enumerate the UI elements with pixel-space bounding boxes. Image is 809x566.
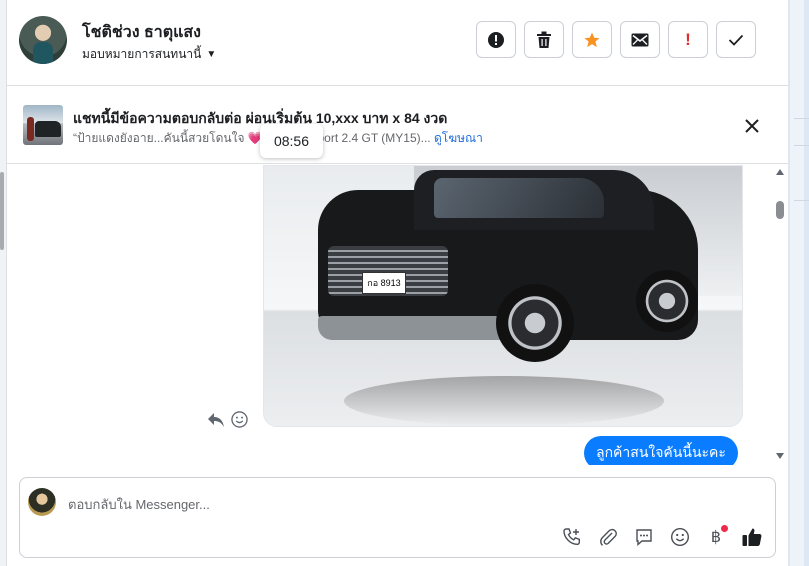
saved-reply-icon: [636, 529, 652, 547]
page-avatar: [28, 488, 56, 516]
rear-wheel: [636, 270, 698, 332]
suv-window: [434, 178, 604, 218]
paperclip-icon: [600, 528, 617, 546]
contact-name[interactable]: โชติช่วง ธาตุแสง: [82, 20, 201, 45]
assign-label: มอบหมายการสนทนานี้: [82, 47, 202, 61]
car-photo-attachment[interactable]: กอ 8913: [263, 165, 743, 427]
scroll-down-arrow-icon[interactable]: [776, 453, 784, 459]
right-panel-divider: [788, 0, 790, 566]
right-panel-divider-line: [794, 145, 809, 146]
close-banner-button[interactable]: [740, 114, 764, 138]
alert-circle-icon: [488, 31, 504, 48]
composer-actions: ฿: [560, 525, 764, 549]
message-actions: [207, 411, 248, 428]
saved-reply-button[interactable]: [632, 525, 656, 549]
close-icon: [745, 119, 759, 133]
move-to-spam-button[interactable]: !: [668, 21, 708, 58]
inbox-conversation-window: โชติช่วง ธาตุแสง มอบหมายการสนทนานี้ ▼ !: [0, 0, 809, 566]
conversation-toolbar: !: [476, 21, 756, 58]
mark-unread-button[interactable]: [620, 21, 660, 58]
left-panel-scrollbar[interactable]: [0, 172, 4, 250]
check-icon: [728, 34, 744, 46]
spam-icon: !: [685, 29, 691, 49]
reply-icon[interactable]: [207, 412, 225, 428]
ad-subtitle-start: “ป้ายแดงยังอาย...คันนี้สวยโดนใจ: [73, 131, 245, 145]
right-panel-edge: [788, 0, 809, 566]
timestamp-tooltip: 08:56: [260, 124, 323, 158]
react-emoji-icon[interactable]: [231, 411, 248, 428]
phone-plus-icon: [563, 528, 580, 546]
thread-scrollbar[interactable]: [770, 165, 788, 465]
mark-done-button[interactable]: [716, 21, 756, 58]
license-plate: กอ 8913: [362, 272, 406, 294]
ad-subtitle-end: Sport 2.4 GT (MY15)...: [309, 131, 431, 145]
reply-input[interactable]: ตอบกลับใน Messenger...: [68, 494, 210, 515]
call-button[interactable]: [560, 525, 584, 549]
conversation-header: โชติช่วง ธาตุแสง มอบหมายการสนทนานี้ ▼ !: [7, 0, 788, 86]
contact-avatar[interactable]: [19, 16, 67, 64]
outgoing-message-bubble[interactable]: ลูกค้าสนใจคันนี้นะคะ: [584, 436, 738, 465]
caret-down-icon: ▼: [206, 49, 217, 60]
floor-reflection: [344, 376, 664, 426]
send-like-button[interactable]: [740, 525, 764, 549]
emoji-icon: [670, 527, 690, 547]
ad-context-banner: แชทนี้มีข้อความตอบกลับต่อ ผ่อนเริ่มต้น 1…: [7, 92, 788, 164]
emoji-button[interactable]: [668, 525, 692, 549]
delete-button[interactable]: [524, 21, 564, 58]
scroll-up-arrow-icon[interactable]: [776, 169, 784, 175]
notification-dot: [721, 525, 728, 532]
scroll-thumb[interactable]: [776, 201, 784, 219]
thumbs-up-icon: [742, 528, 762, 546]
suv-bumper: [318, 316, 518, 340]
star-button[interactable]: [572, 21, 612, 58]
right-panel-divider-line: [794, 118, 809, 119]
right-panel-divider-line: [794, 200, 809, 201]
star-icon: [584, 32, 600, 47]
right-panel-strip: [804, 0, 809, 566]
payment-button[interactable]: ฿: [704, 525, 728, 549]
view-ad-link[interactable]: ดูโฆษณา: [434, 131, 483, 145]
ad-thumbnail[interactable]: [23, 105, 63, 145]
trash-icon: [537, 31, 551, 48]
mark-attention-button[interactable]: [476, 21, 516, 58]
left-panel-edge: [0, 0, 7, 566]
envelope-icon: [631, 33, 649, 46]
front-wheel: [496, 284, 574, 362]
message-thread[interactable]: กอ 8913 ลูกค้าสนใจคันนี้นะคะ: [7, 165, 788, 465]
baht-payment-icon: ฿: [710, 529, 722, 546]
attach-file-button[interactable]: [596, 525, 620, 549]
assign-conversation-dropdown[interactable]: มอบหมายการสนทนานี้ ▼: [82, 45, 216, 64]
reply-composer: ตอบกลับใน Messenger... ฿: [19, 477, 776, 558]
